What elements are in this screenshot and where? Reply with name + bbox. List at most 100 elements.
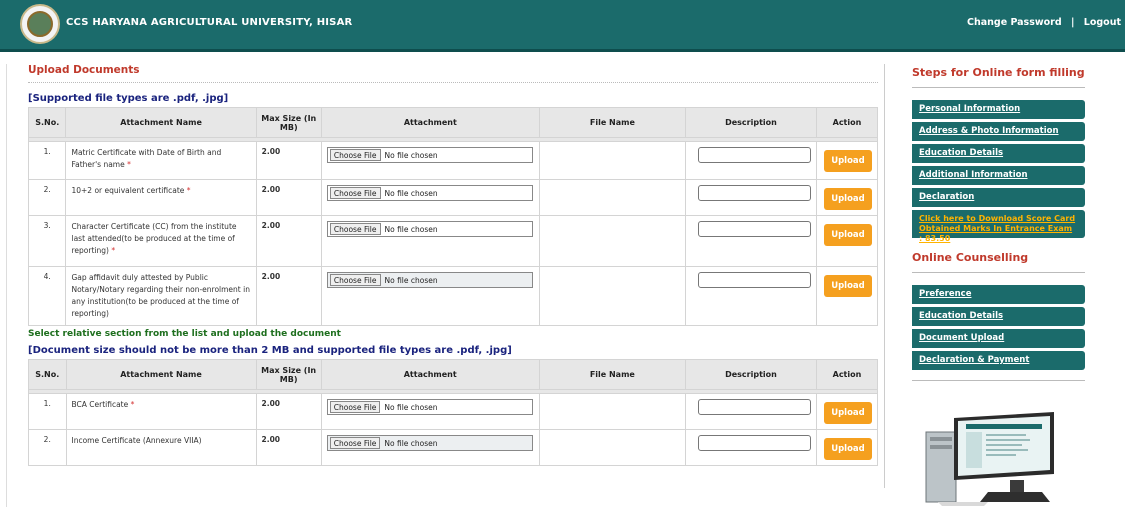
file-input[interactable]: Choose File No file chosen xyxy=(326,147,533,163)
attachment-name: Gap affidavit duly attested by Public No… xyxy=(71,273,250,318)
sidebar-item-education-details[interactable]: Education Details xyxy=(912,144,1085,163)
file-name-cell xyxy=(538,215,686,267)
no-file-label: No file chosen xyxy=(384,275,438,285)
table-row: 2. 10+2 or equivalent certificate * 2.00 Ch… xyxy=(27,179,879,216)
sidebar-item-preference[interactable]: Preference xyxy=(912,285,1085,304)
sidebar-item-personal-information[interactable]: Personal Information xyxy=(912,100,1085,119)
col-sno: S.No. xyxy=(28,359,67,390)
table-row: 4. Gap affidavit duly attested by Public … xyxy=(27,266,879,326)
steps-heading: Steps for Online form filling xyxy=(912,66,1085,88)
upload-button[interactable]: Upload xyxy=(823,188,872,210)
file-input[interactable]: Choose File No file chosen xyxy=(326,185,533,201)
computer-illustration xyxy=(925,412,1054,506)
left-divider xyxy=(6,64,7,507)
no-file-label: No file chosen xyxy=(384,150,438,160)
choose-file-button[interactable]: Choose File xyxy=(329,274,381,286)
max-size: 2.00 xyxy=(255,393,322,430)
upload-button[interactable]: Upload xyxy=(823,150,872,172)
header-separator: | xyxy=(1070,17,1075,28)
university-title: CCS HARYANA AGRICULTURAL UNIVERSITY, HIS… xyxy=(66,17,353,28)
row-sno: 1. xyxy=(27,141,67,180)
table-header-row: S.No. Attachment Name Max Size (In MB) A… xyxy=(27,107,879,138)
no-file-label: No file chosen xyxy=(384,224,438,234)
file-input[interactable]: Choose File No file chosen xyxy=(326,399,533,415)
max-size: 2.00 xyxy=(255,266,322,326)
no-file-label: No file chosen xyxy=(384,438,438,448)
action-cell: Upload xyxy=(815,266,879,326)
max-size: 2.00 xyxy=(255,429,322,466)
table-header-row: S.No. Attachment Name Max Size (In MB) A… xyxy=(28,359,879,390)
required-mark: * xyxy=(186,186,191,195)
col-max-size: Max Size (In MB) xyxy=(255,359,322,390)
col-file-name: File Name xyxy=(538,107,686,138)
description-input[interactable] xyxy=(697,221,811,237)
file-name-cell xyxy=(538,429,686,466)
page-title: Upload Documents xyxy=(28,64,878,83)
row-sno: 4. xyxy=(27,266,67,326)
row-sno: 2. xyxy=(28,429,67,466)
attachment-cell: Choose File No file chosen xyxy=(320,141,540,180)
choose-file-button[interactable]: Choose File xyxy=(329,223,381,235)
description-cell xyxy=(684,266,817,326)
attachment-name-cell: Character Certificate (CC) from the inst… xyxy=(65,215,257,267)
col-action: Action xyxy=(815,359,879,390)
required-mark: * xyxy=(130,400,135,409)
no-file-label: No file chosen xyxy=(384,402,438,412)
description-input[interactable] xyxy=(697,147,811,163)
score-card-line1: Click here to Download Score Card xyxy=(919,214,1076,223)
upload-button[interactable]: Upload xyxy=(823,438,872,460)
file-name-cell xyxy=(538,179,686,216)
file-input[interactable]: Choose File No file chosen xyxy=(326,221,533,237)
sidebar-item-additional-information[interactable]: Additional Information xyxy=(912,166,1085,185)
col-sno: S.No. xyxy=(27,107,67,138)
sidebar: Steps for Online form filling Personal I… xyxy=(912,66,1085,381)
attachment-cell: Choose File No file chosen xyxy=(320,215,540,267)
col-attachment: Attachment xyxy=(320,107,540,138)
file-name-cell xyxy=(538,141,686,180)
download-score-card-link[interactable]: Click here to Download Score Card Obtain… xyxy=(912,210,1085,243)
sidebar-item-declaration-payment[interactable]: Declaration & Payment xyxy=(912,351,1085,370)
max-size: 2.00 xyxy=(255,141,322,180)
upload-button[interactable]: Upload xyxy=(823,402,872,424)
choose-file-button[interactable]: Choose File xyxy=(329,437,381,449)
sidebar-item-declaration[interactable]: Declaration xyxy=(912,188,1085,207)
description-cell xyxy=(684,141,817,180)
action-cell: Upload xyxy=(815,215,879,267)
attachment-cell: Choose File No file chosen xyxy=(320,429,540,466)
description-input[interactable] xyxy=(697,435,811,451)
description-input[interactable] xyxy=(697,185,811,201)
description-cell xyxy=(684,179,817,216)
description-input[interactable] xyxy=(697,399,811,415)
required-mark: * xyxy=(127,160,131,169)
table-row: 2. Income Certificate (Annexure VIIA) 2.0… xyxy=(28,429,879,466)
university-logo xyxy=(20,4,60,44)
row-sno: 3. xyxy=(27,215,67,267)
max-size: 2.00 xyxy=(255,215,322,267)
description-cell xyxy=(684,215,817,267)
upload-button[interactable]: Upload xyxy=(823,275,872,297)
attachment-name: BCA Certificate xyxy=(71,400,129,409)
additional-documents-table: S.No. Attachment Name Max Size (In MB) A… xyxy=(28,359,879,466)
upload-button[interactable]: Upload xyxy=(823,224,872,246)
attachment-cell: Choose File No file chosen xyxy=(320,393,540,430)
choose-file-button[interactable]: Choose File xyxy=(329,187,381,199)
logout-link[interactable]: Logout xyxy=(1084,17,1121,28)
description-input[interactable] xyxy=(697,272,811,288)
choose-file-button[interactable]: Choose File xyxy=(329,401,381,413)
col-max-size: Max Size (In MB) xyxy=(255,107,322,138)
col-action: Action xyxy=(815,107,879,138)
attachment-name: Income Certificate (Annexure VIIA) xyxy=(71,436,202,445)
change-password-link[interactable]: Change Password xyxy=(967,17,1062,28)
attachment-cell: Choose File No file chosen xyxy=(320,179,540,216)
file-input[interactable]: Choose File No file chosen xyxy=(326,435,533,451)
document-size-note: [Document size should not be more than 2… xyxy=(28,345,512,356)
file-input[interactable]: Choose File No file chosen xyxy=(326,272,533,288)
counselling-heading: Online Counselling xyxy=(912,251,1085,273)
table-row: 1. BCA Certificate * 2.00 Choose File No fil… xyxy=(28,393,879,430)
sidebar-item-address-photo[interactable]: Address & Photo Information xyxy=(912,122,1085,141)
sidebar-item-counselling-education-details[interactable]: Education Details xyxy=(912,307,1085,326)
attachment-name: Character Certificate (CC) from the inst… xyxy=(71,222,237,255)
attachment-name-cell: Income Certificate (Annexure VIIA) xyxy=(65,429,257,466)
sidebar-item-document-upload[interactable]: Document Upload xyxy=(912,329,1085,348)
choose-file-button[interactable]: Choose File xyxy=(329,149,381,161)
